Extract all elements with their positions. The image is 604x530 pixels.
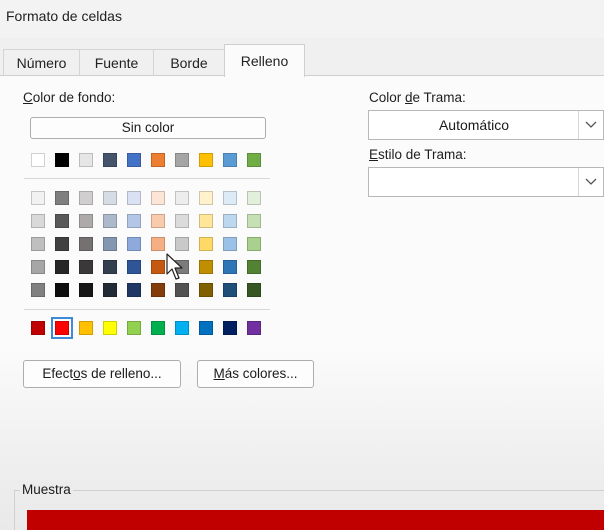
color-swatch[interactable] (247, 283, 261, 297)
mouse-cursor-icon (166, 253, 183, 280)
fill-effects-button[interactable]: Efectos de relleno... (23, 360, 181, 388)
fill-panel (0, 75, 604, 530)
color-swatch[interactable] (199, 153, 213, 167)
window-title: Formato de celdas (6, 8, 122, 24)
color-swatch[interactable] (247, 153, 261, 167)
color-swatch[interactable] (31, 321, 45, 335)
color-swatch[interactable] (51, 317, 73, 339)
chevron-down-icon[interactable] (578, 168, 603, 196)
tab-strip: Número Fuente Borde Relleno (0, 44, 604, 77)
color-swatch[interactable] (223, 321, 237, 335)
color-swatch[interactable] (223, 260, 237, 274)
color-swatch[interactable] (127, 237, 141, 251)
sample-preview (27, 510, 604, 530)
pattern-color-label: Color de Trama: (369, 90, 466, 105)
color-swatch[interactable] (175, 153, 189, 167)
color-swatch[interactable] (31, 260, 45, 274)
color-swatch[interactable] (79, 321, 93, 335)
color-swatch[interactable] (55, 214, 69, 228)
separator (24, 178, 270, 179)
color-swatch[interactable] (223, 191, 237, 205)
color-swatch[interactable] (199, 214, 213, 228)
separator (24, 309, 270, 310)
color-swatch[interactable] (31, 237, 45, 251)
color-swatch[interactable] (127, 260, 141, 274)
color-swatch[interactable] (55, 237, 69, 251)
color-swatch[interactable] (247, 191, 261, 205)
color-swatch[interactable] (199, 191, 213, 205)
color-swatch[interactable] (151, 153, 165, 167)
color-swatch[interactable] (103, 283, 117, 297)
title-bar: Formato de celdas (0, 0, 604, 38)
color-swatch[interactable] (175, 191, 189, 205)
color-swatch[interactable] (55, 283, 69, 297)
color-swatch[interactable] (103, 321, 117, 335)
pattern-style-label: Estilo de Trama: (369, 147, 467, 162)
pattern-color-value: Automático (438, 117, 510, 133)
pattern-color-dropdown[interactable]: Automático (368, 110, 604, 140)
color-swatch[interactable] (223, 237, 237, 251)
color-swatch[interactable] (79, 237, 93, 251)
tab-borde[interactable]: Borde (153, 49, 225, 76)
color-swatch[interactable] (127, 214, 141, 228)
color-swatch[interactable] (55, 153, 69, 167)
pattern-style-value (369, 168, 579, 196)
color-swatch[interactable] (247, 321, 261, 335)
color-swatch[interactable] (223, 153, 237, 167)
color-swatch[interactable] (199, 260, 213, 274)
color-swatch[interactable] (31, 153, 45, 167)
color-swatch[interactable] (55, 260, 69, 274)
color-swatch[interactable] (127, 321, 141, 335)
color-swatch[interactable] (151, 191, 165, 205)
color-swatch[interactable] (247, 237, 261, 251)
color-swatch[interactable] (151, 321, 165, 335)
color-swatch[interactable] (247, 260, 261, 274)
color-swatch[interactable] (151, 260, 165, 274)
color-swatch[interactable] (199, 321, 213, 335)
color-swatch[interactable] (247, 214, 261, 228)
color-swatch[interactable] (223, 214, 237, 228)
color-swatch[interactable] (31, 191, 45, 205)
tab-numero[interactable]: Número (3, 49, 80, 76)
color-swatch[interactable] (175, 283, 189, 297)
color-swatch[interactable] (55, 191, 69, 205)
sample-label: Muestra (20, 482, 73, 497)
color-swatch[interactable] (103, 153, 117, 167)
color-swatch[interactable] (79, 283, 93, 297)
color-swatch[interactable] (103, 214, 117, 228)
color-swatch[interactable] (175, 214, 189, 228)
tab-relleno[interactable]: Relleno (224, 44, 305, 77)
color-swatch[interactable] (127, 191, 141, 205)
color-swatch[interactable] (127, 283, 141, 297)
color-swatch[interactable] (31, 214, 45, 228)
color-swatch[interactable] (199, 237, 213, 251)
color-swatch[interactable] (151, 237, 165, 251)
color-swatch[interactable] (199, 283, 213, 297)
color-swatch[interactable] (79, 260, 93, 274)
color-swatch[interactable] (175, 321, 189, 335)
color-swatch[interactable] (79, 153, 93, 167)
background-color-label: Color de fondo: (23, 90, 116, 105)
color-swatch[interactable] (151, 283, 165, 297)
color-swatch[interactable] (151, 214, 165, 228)
color-swatch[interactable] (103, 237, 117, 251)
chevron-down-icon[interactable] (578, 111, 603, 139)
tab-fuente[interactable]: Fuente (79, 49, 154, 76)
color-swatch[interactable] (103, 191, 117, 205)
color-swatch[interactable] (175, 237, 189, 251)
no-color-button[interactable]: Sin color (30, 117, 266, 139)
pattern-style-dropdown[interactable] (368, 167, 604, 197)
color-swatch[interactable] (103, 260, 117, 274)
color-swatch[interactable] (31, 283, 45, 297)
color-swatch[interactable] (223, 283, 237, 297)
color-swatch[interactable] (79, 191, 93, 205)
color-swatch[interactable] (127, 153, 141, 167)
color-swatch[interactable] (79, 214, 93, 228)
more-colors-button[interactable]: Más colores... (197, 360, 314, 388)
